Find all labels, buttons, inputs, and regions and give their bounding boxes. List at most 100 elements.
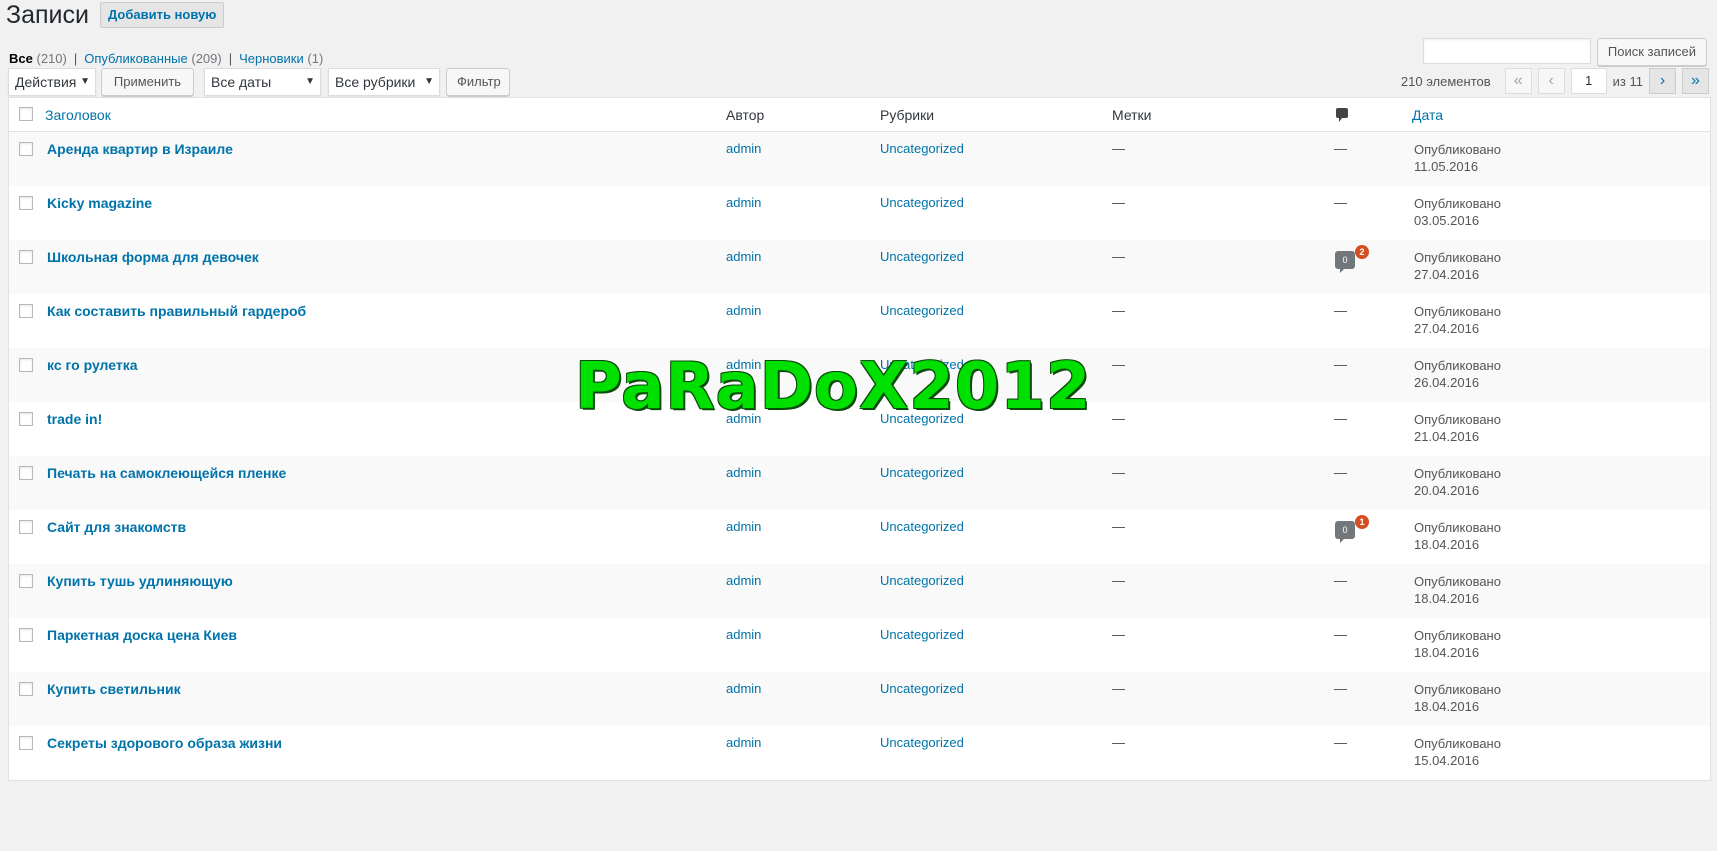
filter-all[interactable]: Все (210) [9,51,67,66]
post-title-link[interactable]: Купить светильник [47,681,181,697]
post-status: Опубликовано [1414,628,1501,643]
pending-comments-badge[interactable]: 1 [1355,515,1369,529]
date-cell: Опубликовано 21.04.2016 [1414,411,1501,445]
post-title-cell: Купить тушь удлиняющую [47,573,233,589]
apply-button[interactable]: Применить [101,68,194,96]
date-cell: Опубликовано 11.05.2016 [1414,141,1501,175]
row-checkbox[interactable] [19,736,33,750]
pending-comments-badge[interactable]: 2 [1355,245,1369,259]
first-page-button[interactable]: « [1504,68,1532,94]
search-input[interactable] [1422,38,1591,64]
tags-cell: — [1112,573,1125,588]
post-title-cell: кс го рулетка [47,357,138,373]
post-title-link[interactable]: Секреты здорового образа жизни [47,735,282,751]
author-link[interactable]: admin [726,681,761,696]
category-link[interactable]: Uncategorized [880,519,964,534]
author-link[interactable]: admin [726,573,761,588]
row-checkbox[interactable] [19,466,33,480]
date-cell: Опубликовано 26.04.2016 [1414,357,1501,391]
prev-page-button[interactable]: ‹ [1537,68,1565,94]
date-cell: Опубликовано 18.04.2016 [1414,573,1501,607]
post-title-cell: Как составить правильный гардероб [47,303,306,319]
add-new-button[interactable]: Добавить новую [99,2,225,28]
table-row: Секреты здорового образа жизни admin Unc… [9,726,1710,780]
last-page-button[interactable]: » [1682,68,1709,94]
date-cell: Опубликовано 27.04.2016 [1414,249,1501,283]
filter-published[interactable]: Опубликованные (209) [84,51,221,66]
search-button[interactable]: Поиск записей [1596,38,1707,66]
category-link[interactable]: Uncategorized [880,303,964,318]
author-link[interactable]: admin [726,627,761,642]
category-link[interactable]: Uncategorized [880,465,964,480]
comments-cell: — [1334,141,1347,156]
post-status: Опубликовано [1414,574,1501,589]
post-title-link[interactable]: Сайт для знакомств [47,519,186,535]
caret-down-icon: ▼ [80,76,90,87]
row-checkbox[interactable] [19,682,33,696]
post-date: 18.04.2016 [1414,591,1480,606]
post-date: 27.04.2016 [1414,321,1480,336]
dates-select[interactable]: Все даты ▼ [204,68,321,96]
post-title-link[interactable]: Как составить правильный гардероб [47,303,306,319]
author-link[interactable]: admin [726,465,761,480]
post-status: Опубликовано [1414,520,1501,535]
author-link[interactable]: admin [726,303,761,318]
row-checkbox[interactable] [19,520,33,534]
row-checkbox[interactable] [19,196,33,210]
tags-cell: — [1112,357,1125,372]
filter-drafts[interactable]: Черновики (1) [239,51,323,66]
column-date-sort[interactable]: Дата [1412,107,1443,124]
row-checkbox[interactable] [19,628,33,642]
category-link[interactable]: Uncategorized [880,735,964,750]
table-row: Сайт для знакомств admin Uncategorized —… [9,510,1710,564]
date-cell: Опубликовано 03.05.2016 [1414,195,1501,229]
post-title-link[interactable]: кс го рулетка [47,357,138,373]
category-link[interactable]: Uncategorized [880,249,964,264]
comment-bubble[interactable]: 0 2 [1335,245,1369,273]
next-page-button[interactable]: › [1649,68,1676,94]
author-link[interactable]: admin [726,735,761,750]
row-checkbox[interactable] [19,574,33,588]
comment-icon[interactable] [1336,108,1348,122]
comments-cell: — [1334,573,1347,588]
row-checkbox[interactable] [19,250,33,264]
row-checkbox[interactable] [19,358,33,372]
category-link[interactable]: Uncategorized [880,573,964,588]
post-title-link[interactable]: Школьная форма для девочек [47,249,259,265]
author-link[interactable]: admin [726,249,761,264]
date-cell: Опубликовано 20.04.2016 [1414,465,1501,499]
post-title-link[interactable]: Аренда квартир в Израиле [47,141,233,157]
table-row: Аренда квартир в Израиле admin Uncategor… [9,132,1710,186]
comment-bubble[interactable]: 0 1 [1335,515,1369,543]
post-title-link[interactable]: Купить тушь удлиняющую [47,573,233,589]
row-checkbox[interactable] [19,142,33,156]
total-pages: из 11 [1612,73,1643,89]
categories-select[interactable]: Все рубрики ▼ [328,68,440,96]
bulk-actions-select[interactable]: Действия ▼ [8,68,96,96]
tags-cell: — [1112,195,1125,210]
current-page-input[interactable]: 1 [1570,68,1607,94]
tags-cell: — [1112,411,1125,426]
date-cell: Опубликовано 18.04.2016 [1414,681,1501,715]
page-title: Записи [6,1,89,29]
post-title-link[interactable]: Kicky magazine [47,195,152,211]
category-link[interactable]: Uncategorized [880,195,964,210]
post-status: Опубликовано [1414,250,1501,265]
author-link[interactable]: admin [726,195,761,210]
post-title-link[interactable]: trade in! [47,411,102,427]
category-link[interactable]: Uncategorized [880,681,964,696]
comment-count-icon: 0 [1335,251,1355,273]
post-status: Опубликовано [1414,682,1501,697]
author-link[interactable]: admin [726,141,761,156]
filter-button[interactable]: Фильтр [446,68,510,96]
select-all-checkbox[interactable] [19,107,33,121]
category-link[interactable]: Uncategorized [880,627,964,642]
author-link[interactable]: admin [726,519,761,534]
column-author: Автор [726,107,765,123]
category-link[interactable]: Uncategorized [880,141,964,156]
column-title-sort[interactable]: Заголовок [45,107,111,123]
post-title-link[interactable]: Печать на самоклеющейся пленке [47,465,286,481]
row-checkbox[interactable] [19,412,33,426]
post-title-link[interactable]: Паркетная доска цена Киев [47,627,237,643]
row-checkbox[interactable] [19,304,33,318]
